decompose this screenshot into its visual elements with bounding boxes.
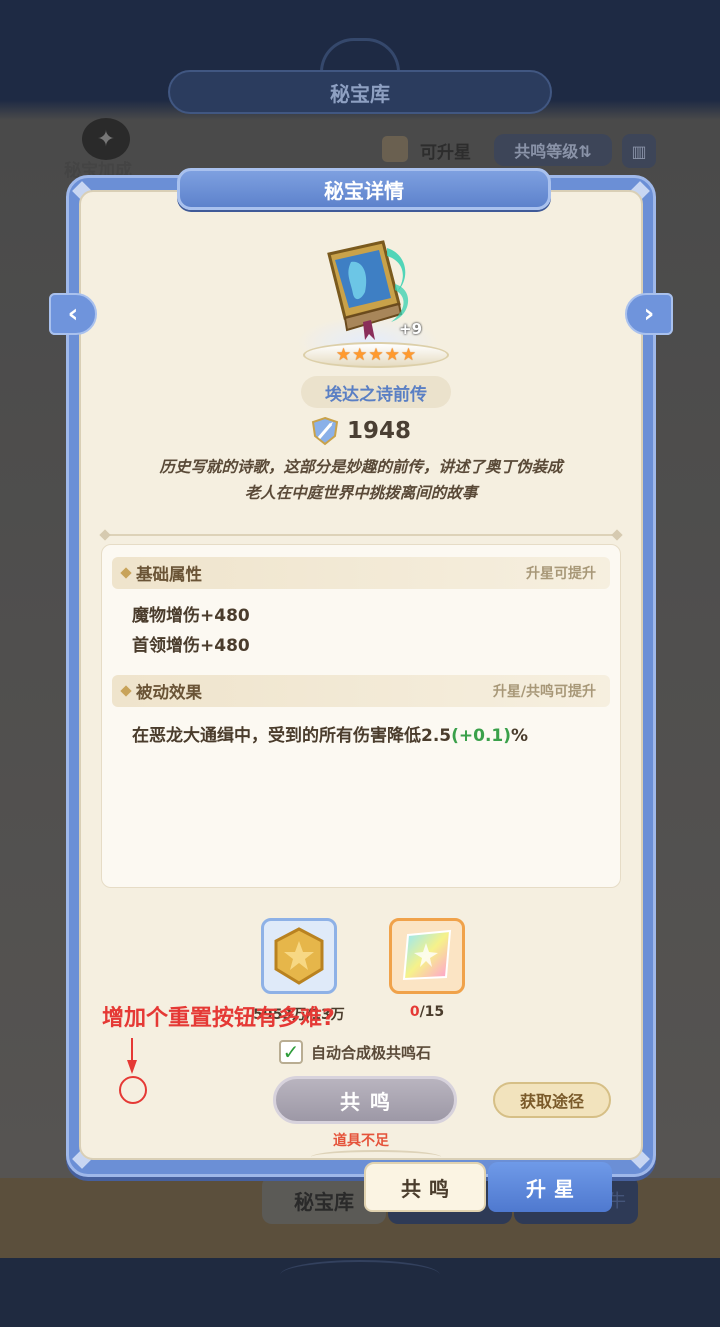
star-icon: ★ bbox=[400, 344, 417, 365]
passive-header: 被动效果 升星/共鸣可提升 bbox=[112, 675, 610, 707]
resonance-coin-item[interactable] bbox=[261, 918, 337, 994]
attribute-panel: 基础属性 升星可提升 魔物增伤+480 首领增伤+480 被动效果 升星/共鸣可… bbox=[101, 544, 621, 888]
obtain-source-button[interactable]: 获取途径 bbox=[493, 1082, 611, 1118]
sort-resonance-button[interactable]: 共鸣等级⇅ bbox=[494, 134, 612, 166]
gold-coin-icon bbox=[274, 927, 324, 985]
tab-resonate[interactable]: 共鸣 bbox=[364, 1162, 486, 1212]
bonus-icon[interactable]: ✦ bbox=[82, 118, 130, 160]
passive-bonus: (+0.1) bbox=[451, 726, 512, 746]
passive-effect-text: 在恶龙大通缉中，受到的所有伤害降低2.5(+0.1)% bbox=[132, 721, 528, 746]
base-attr-hint: 升星可提升 bbox=[526, 566, 596, 582]
footer-ornament bbox=[280, 1260, 440, 1290]
library-title: 秘宝库 bbox=[168, 70, 552, 114]
auto-synth-label: 自动合成极共鸣石 bbox=[311, 1044, 432, 1062]
star-icon: ★ bbox=[368, 344, 384, 365]
book-icon[interactable]: ▥ bbox=[622, 134, 656, 168]
stone-count: 0/15 bbox=[377, 1004, 477, 1020]
passive-hint: 升星/共鸣可提升 bbox=[492, 684, 596, 700]
attr-line: 首领增伤+480 bbox=[132, 636, 250, 656]
description-line: 历史写就的诗歌，这部分是妙趣的前传，讲述了奥丁伪装成 bbox=[159, 458, 563, 476]
attr-line: 魔物增伤+480 bbox=[132, 606, 250, 626]
resonate-button[interactable]: 共鸣 bbox=[273, 1076, 457, 1124]
artifact-description: 历史写就的诗歌，这部分是妙趣的前传，讲述了奥丁伪装成 老人在中庭世界中挑拨离间的… bbox=[111, 454, 611, 506]
description-line: 老人在中庭世界中挑拨离间的故事 bbox=[244, 484, 478, 502]
artifact-plus-level: +9 bbox=[399, 320, 423, 338]
can-star-label: 可升星 bbox=[420, 143, 471, 163]
can-star-checkbox[interactable] bbox=[382, 136, 408, 162]
stone-need: /15 bbox=[419, 1004, 445, 1020]
resonance-stone-item[interactable] bbox=[389, 918, 465, 994]
annotation-text: 增加个重置按钮有多难? bbox=[102, 1006, 335, 1031]
combat-power: 1948 bbox=[81, 414, 641, 448]
base-attr-header: 基础属性 升星可提升 bbox=[112, 557, 610, 589]
passive-title-wrap: 被动效果 bbox=[120, 679, 202, 703]
chevron-right-icon: › bbox=[643, 299, 655, 329]
tab-upstar[interactable]: 升星 bbox=[488, 1162, 612, 1212]
shield-sword-icon bbox=[311, 416, 339, 446]
annotation-arrow-icon bbox=[119, 1038, 147, 1104]
star-icon: ★ bbox=[335, 344, 352, 365]
auto-synth-checkbox[interactable]: ✓ bbox=[279, 1040, 303, 1064]
base-attr-title: 基础属性 bbox=[136, 565, 202, 584]
star-rating: ★ ★ ★ ★ ★ bbox=[303, 342, 449, 368]
passive-text-prefix: 在恶龙大通缉中，受到的所有伤害降低2.5 bbox=[132, 726, 452, 746]
stone-have: 0 bbox=[409, 1004, 420, 1020]
passive-title: 被动效果 bbox=[136, 683, 202, 702]
diamond-icon bbox=[120, 567, 132, 579]
dialog-title: 秘宝详情 bbox=[177, 168, 551, 210]
prev-artifact-button[interactable]: ‹ bbox=[49, 293, 97, 335]
star-icon: ★ bbox=[384, 344, 400, 365]
base-attr-title-wrap: 基础属性 bbox=[120, 561, 202, 585]
star-icon: ★ bbox=[352, 344, 368, 365]
next-artifact-button[interactable]: › bbox=[625, 293, 673, 335]
power-value: 1948 bbox=[346, 418, 411, 444]
divider bbox=[103, 534, 619, 536]
artifact-name: 埃达之诗前传 bbox=[301, 376, 451, 408]
rainbow-crystal-icon bbox=[402, 929, 452, 981]
insufficient-warning: 道具不足 bbox=[333, 1133, 389, 1149]
chevron-left-icon: ‹ bbox=[67, 299, 79, 329]
passive-text-suffix: % bbox=[511, 726, 529, 746]
diamond-icon bbox=[120, 685, 132, 697]
